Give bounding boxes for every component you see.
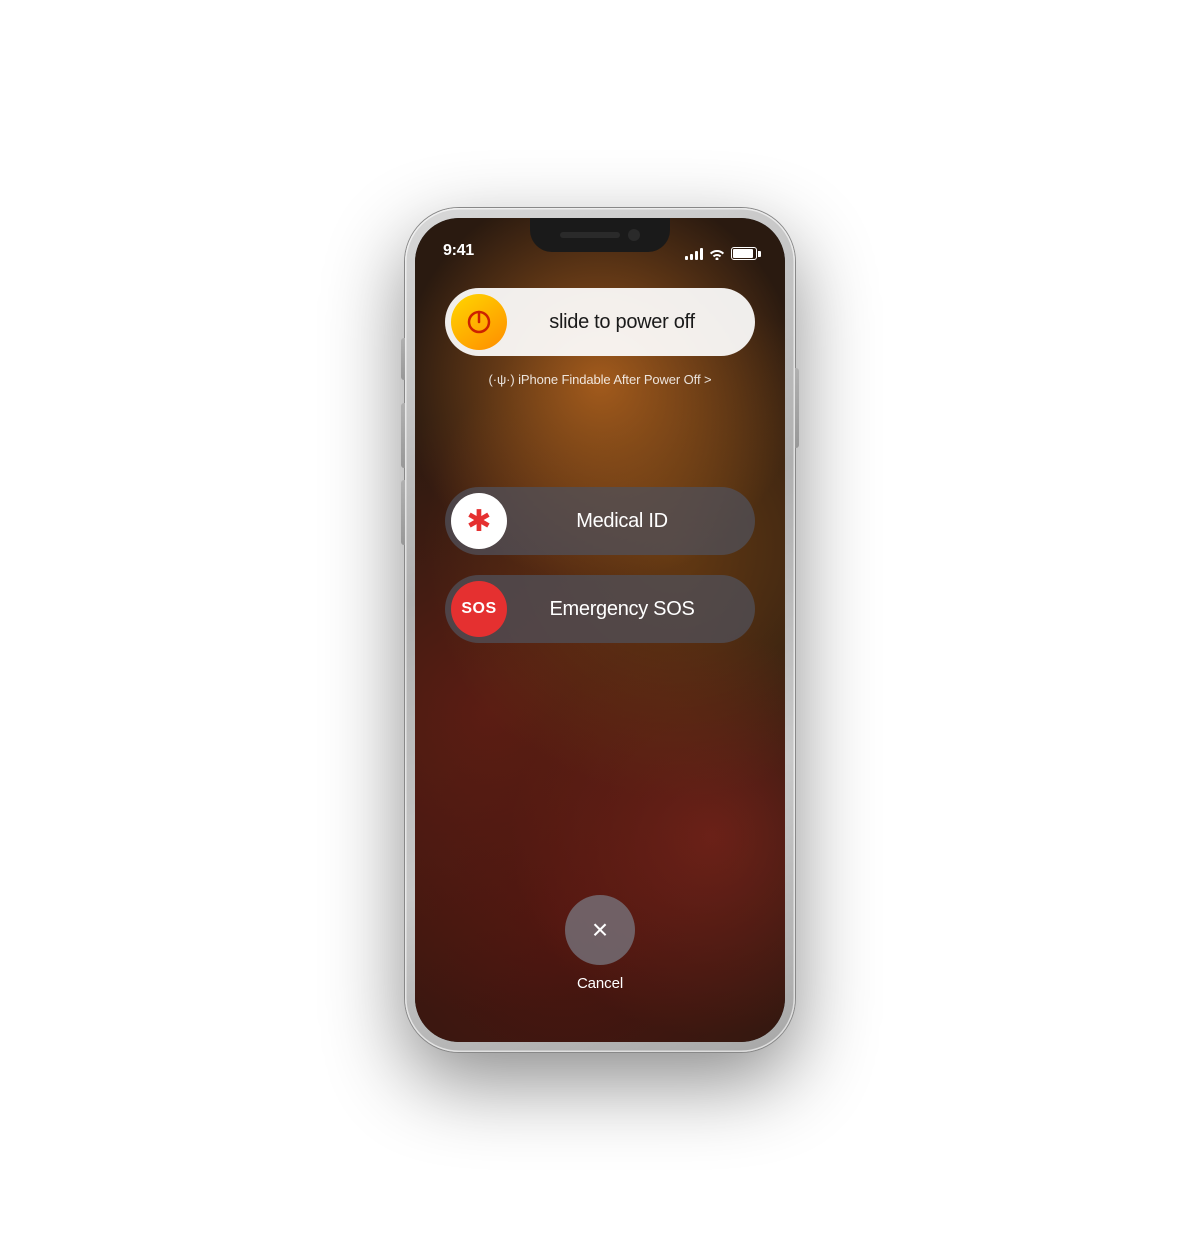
power-button[interactable] (795, 368, 799, 448)
screen-content: slide to power off (·ψ·) iPhone Findable… (415, 268, 785, 1042)
power-slider-label: slide to power off (507, 311, 749, 334)
cancel-button[interactable]: × (565, 895, 635, 965)
wifi-icon (709, 248, 725, 260)
emergency-sos-label: Emergency SOS (507, 598, 749, 621)
signal-bar-4 (700, 248, 703, 260)
signal-bar-2 (690, 254, 693, 260)
phone-frame: 9:41 (405, 208, 795, 1052)
cancel-area: × Cancel (565, 895, 635, 1002)
notch (530, 218, 670, 252)
sos-icon-circle: SOS (451, 581, 507, 637)
cancel-x-icon: × (592, 916, 608, 944)
power-icon-circle (451, 294, 507, 350)
emergency-sos-slider[interactable]: SOS Emergency SOS (445, 575, 755, 643)
volume-down-button[interactable] (401, 480, 405, 545)
signal-bar-1 (685, 256, 688, 260)
sos-badge: SOS (461, 600, 496, 618)
medical-id-slider[interactable]: ✱ Medical ID (445, 487, 755, 555)
signal-bar-3 (695, 251, 698, 260)
medical-star-icon: ✱ (466, 504, 491, 539)
silent-switch[interactable] (401, 338, 405, 380)
status-icons (685, 247, 757, 260)
power-off-slider[interactable]: slide to power off (445, 288, 755, 356)
speaker (560, 232, 620, 238)
volume-up-button[interactable] (401, 403, 405, 468)
front-camera (628, 229, 640, 241)
cancel-label: Cancel (577, 975, 623, 992)
phone-screen: 9:41 (415, 218, 785, 1042)
findable-after-power-off[interactable]: (·ψ·) iPhone Findable After Power Off > (489, 372, 712, 387)
medical-id-label: Medical ID (507, 510, 749, 533)
medical-icon-circle: ✱ (451, 493, 507, 549)
power-icon (465, 308, 493, 336)
battery-fill (733, 249, 753, 258)
status-time: 9:41 (443, 242, 474, 260)
battery-icon (731, 247, 757, 260)
signal-bars (685, 248, 703, 260)
screen-bezel: 9:41 (415, 218, 785, 1042)
